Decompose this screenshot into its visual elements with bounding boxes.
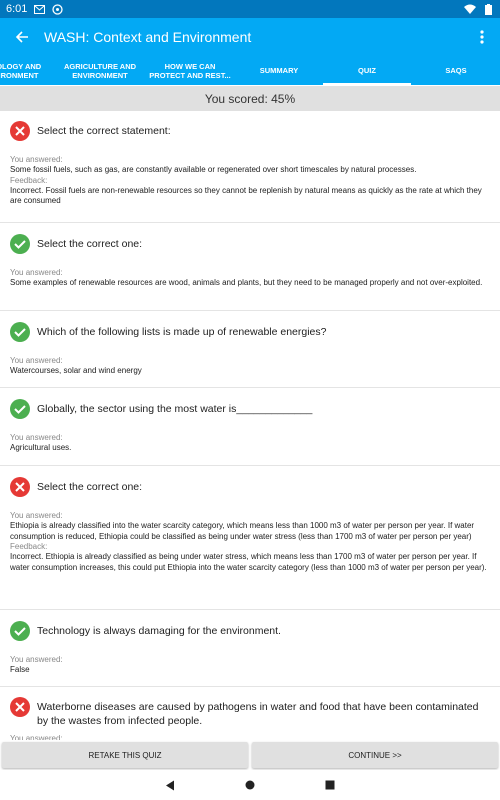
nav-back-icon[interactable]	[162, 777, 178, 793]
question-item: Technology is always damaging for the en…	[0, 610, 500, 687]
nav-recents-icon[interactable]	[322, 777, 338, 793]
you-answered-label: You answered:	[10, 268, 63, 277]
score-banner: You scored: 45%	[0, 86, 500, 111]
question-text: Which of the following lists is made up …	[37, 326, 327, 338]
nav-home-icon[interactable]	[242, 777, 258, 793]
feedback-text: Incorrect. Fossil fuels are non-renewabl…	[10, 185, 482, 206]
you-answered-label: You answered:	[10, 433, 63, 442]
status-bar: 6:01	[0, 0, 500, 18]
wifi-icon	[464, 3, 476, 15]
correct-icon	[10, 621, 30, 641]
correct-icon	[10, 234, 30, 254]
question-item: Globally, the sector using the most wate…	[0, 388, 500, 466]
incorrect-icon	[10, 477, 30, 497]
status-time: 6:01	[6, 3, 28, 15]
tab-agriculture-environment[interactable]: AGRICULTURE AND ENVIRONMENT	[57, 56, 143, 85]
system-nav-bar	[0, 770, 500, 800]
question-text: Waterborne diseases are caused by pathog…	[37, 701, 479, 727]
answer-text: Some fossil fuels, such as gas, are cons…	[10, 165, 417, 174]
question-list[interactable]: Select the correct statement: You answer…	[0, 111, 500, 740]
retake-quiz-button[interactable]: RETAKE THIS QUIZ	[2, 742, 248, 768]
question-text: Select the correct one:	[37, 238, 143, 250]
incorrect-icon	[10, 697, 30, 717]
you-answered-label: You answered:	[10, 155, 63, 164]
question-text: Select the correct statement:	[37, 125, 171, 137]
tab-label: QUIZ	[358, 66, 376, 75]
question-text: Globally, the sector using the most wate…	[37, 403, 313, 415]
you-answered-label: You answered:	[10, 511, 63, 520]
feedback-label: Feedback:	[10, 175, 48, 185]
tab-summary[interactable]: SUMMARY	[236, 56, 322, 85]
tab-saqs[interactable]: SAQS	[412, 56, 500, 85]
tab-label: NOLOGY AND VIRONMENT	[0, 61, 42, 80]
arrow-back-icon[interactable]	[0, 18, 44, 56]
question-text: Technology is always damaging for the en…	[37, 625, 281, 637]
bottom-buttons: RETAKE THIS QUIZ CONTINUE >>	[0, 740, 500, 770]
score-text: You scored: 45%	[204, 91, 296, 106]
continue-button[interactable]: CONTINUE >>	[252, 742, 498, 768]
tab-label: HOW WE CAN PROTECT AND REST...	[149, 61, 231, 80]
incorrect-icon	[10, 121, 30, 141]
tab-label: SAQS	[445, 66, 467, 75]
you-answered-label: You answered:	[10, 655, 63, 664]
tab-technology-environment[interactable]: NOLOGY AND VIRONMENT	[0, 56, 52, 85]
answer-text: Some examples of renewable resources are…	[10, 278, 483, 287]
you-answered-label: You answered:	[10, 356, 63, 365]
page-title: WASH: Context and Environment	[44, 29, 252, 45]
answer-text: Ethiopia is already classified into the …	[10, 521, 475, 541]
tab-label: AGRICULTURE AND ENVIRONMENT	[63, 61, 137, 80]
feedback-text: Incorrect. Ethiopia is already classifie…	[10, 552, 487, 572]
question-item: Which of the following lists is made up …	[0, 311, 500, 388]
tab-protect-restore[interactable]: HOW WE CAN PROTECT AND REST...	[140, 56, 240, 85]
answer-text: False	[10, 665, 30, 674]
answer-text: Agricultural uses.	[10, 443, 72, 452]
answer-text: Watercourses, solar and wind energy	[10, 366, 142, 375]
feedback-label: Feedback:	[10, 542, 48, 551]
question-item: Select the correct one: You answered: So…	[0, 223, 500, 311]
tab-bar: NOLOGY AND VIRONMENT AGRICULTURE AND ENV…	[0, 56, 500, 85]
mail-icon	[33, 3, 45, 15]
tab-quiz[interactable]: QUIZ	[323, 56, 411, 85]
question-item: Select the correct one: You answered: Et…	[0, 466, 500, 610]
question-item: Select the correct statement: You answer…	[0, 111, 500, 223]
tab-label: SUMMARY	[259, 66, 299, 75]
overflow-menu-icon[interactable]	[472, 26, 492, 48]
correct-icon	[10, 322, 30, 342]
correct-icon	[10, 399, 30, 419]
app-bar: WASH: Context and Environment	[0, 18, 500, 56]
battery-icon	[482, 3, 494, 15]
question-item: Waterborne diseases are caused by pathog…	[0, 687, 500, 740]
data-saver-icon	[51, 3, 63, 15]
question-text: Select the correct one:	[37, 481, 143, 493]
